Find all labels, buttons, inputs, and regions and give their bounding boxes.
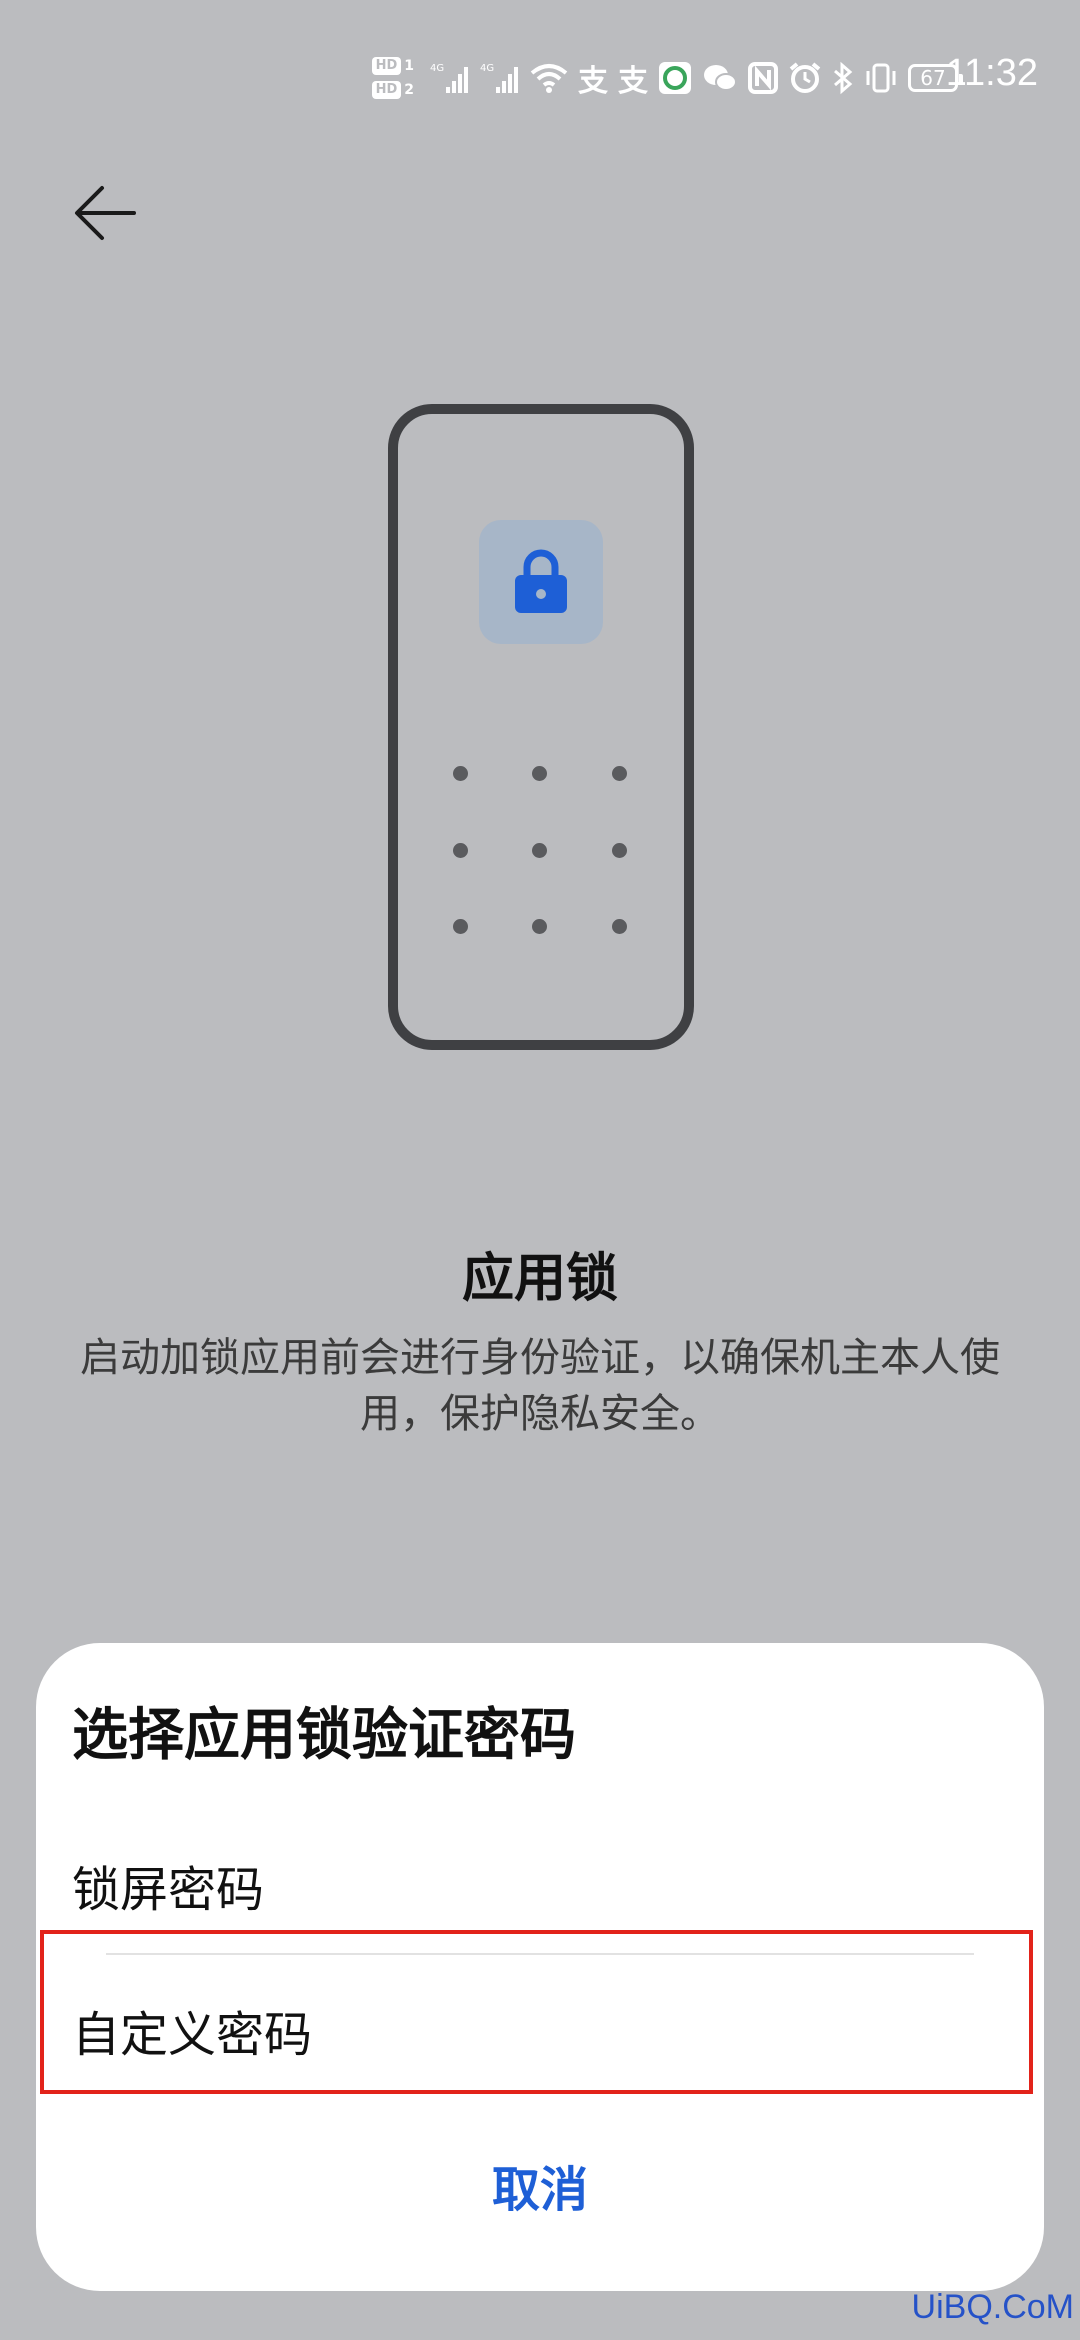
back-button[interactable] (60, 168, 150, 258)
signal-icon: 4G (430, 61, 470, 95)
sim1-indicator: HD 1 (371, 57, 414, 75)
wechat-icon (702, 62, 738, 94)
pattern-dot (532, 766, 547, 781)
page-description: 启动加锁应用前会进行身份验证，以确保机主本人使用，保护隐私安全。 (80, 1335, 1000, 1437)
vibrate-icon (864, 61, 898, 95)
highlight-box (40, 1930, 1033, 2094)
lock-icon (515, 549, 567, 613)
network-type-label: 4G (430, 63, 444, 74)
sim-number: 1 (404, 58, 414, 74)
cancel-button[interactable]: 取消 (390, 2140, 690, 2230)
hd-badge: HD (371, 81, 402, 99)
back-arrow-icon (75, 186, 136, 240)
sheet-title: 选择应用锁验证密码 (72, 1703, 576, 1768)
status-bar: HD 1 HD 2 4G 4G 支 支 67 11:32 (0, 0, 1080, 140)
wifi-icon (530, 62, 568, 94)
pattern-dot (612, 766, 627, 781)
network-type-label: 4G (480, 63, 494, 74)
alipay-icon: 支 (618, 64, 648, 99)
bluetooth-icon (832, 61, 854, 95)
sim-number: 2 (404, 82, 414, 98)
pattern-dot (453, 766, 468, 781)
pattern-dot (612, 919, 627, 934)
option-label: 锁屏密码 (72, 1862, 265, 1918)
sim2-indicator: HD 2 (371, 81, 414, 99)
hd-badge: HD (371, 57, 402, 75)
pattern-dot (453, 919, 468, 934)
page-title: 应用锁 (461, 1249, 618, 1309)
clock: 11:32 (945, 52, 1038, 94)
battery-level: 67 (920, 66, 946, 90)
lock-tile (479, 520, 603, 644)
alarm-icon (788, 61, 822, 95)
option-lock-screen-password[interactable]: 锁屏密码 (72, 1835, 972, 1935)
pattern-dot (612, 843, 627, 858)
signal-icon: 4G (480, 61, 520, 95)
sim-indicators: HD 1 HD 2 (371, 57, 414, 99)
app-notification-icon (658, 61, 692, 95)
watermark: UiBQ.CoM (911, 2288, 1074, 2326)
pattern-dots (432, 742, 672, 982)
pattern-dot (532, 919, 547, 934)
pattern-dot (453, 843, 468, 858)
alipay-icon: 支 (578, 64, 608, 99)
status-icons: HD 1 HD 2 4G 4G 支 支 67 (371, 48, 963, 108)
nfc-icon (748, 62, 778, 94)
pattern-dot (532, 843, 547, 858)
